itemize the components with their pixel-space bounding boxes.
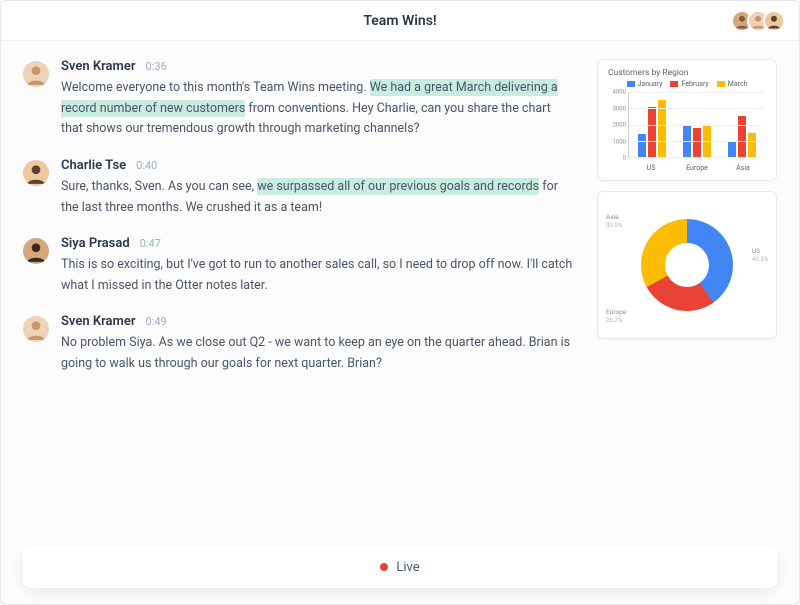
timestamp: 0:47 — [140, 237, 161, 250]
bar — [648, 107, 656, 157]
timestamp: 0:40 — [136, 159, 157, 172]
y-tick: 4000 — [608, 89, 626, 96]
bar-chart: 0 1000 2000 3000 4000 US Europe Asia — [608, 92, 766, 172]
legend-item: January — [627, 80, 663, 88]
side-panel: Customers by Region January February March… — [597, 59, 777, 536]
x-tick: US — [647, 164, 656, 172]
speaker-name: Sven Kramer — [61, 59, 136, 74]
message-text: Sure, thanks, Sven. As you can see, we s… — [61, 177, 573, 218]
bar — [738, 116, 746, 157]
pie-label: US40.3% — [752, 248, 768, 263]
highlight: we surpassed all of our previous goals a… — [257, 178, 539, 195]
legend-item: February — [670, 80, 708, 88]
avatar — [23, 316, 49, 342]
donut-chart: US40.3% Europe26.7% Asia33.0% — [608, 200, 766, 330]
legend-item: March — [717, 80, 748, 88]
pie-label: Europe26.7% — [606, 309, 626, 324]
bar — [638, 134, 646, 157]
avatar[interactable] — [763, 10, 785, 32]
timestamp: 0:36 — [146, 60, 167, 73]
y-tick: 1000 — [608, 138, 626, 145]
y-tick: 3000 — [608, 105, 626, 112]
live-status-bar[interactable]: Live — [23, 546, 777, 588]
x-tick: Europe — [686, 164, 708, 172]
y-tick: 2000 — [608, 122, 626, 129]
transcript[interactable]: Sven Kramer 0:36 Welcome everyone to this … — [23, 59, 577, 536]
message-text: No problem Siya. As we close out Q2 - we… — [61, 333, 573, 374]
bar — [748, 133, 756, 157]
speaker-name: Charlie Tse — [61, 158, 126, 173]
participant-avatars[interactable] — [737, 10, 785, 32]
app-window: Team Wins! Sven Kramer 0:36 Welcome everyo… — [0, 0, 800, 605]
record-icon — [380, 563, 388, 571]
avatar — [23, 238, 49, 264]
speaker-name: Siya Prasad — [61, 236, 130, 251]
transcript-message[interactable]: Charlie Tse 0:40 Sure, thanks, Sven. As yo… — [23, 158, 573, 218]
bar — [693, 128, 701, 157]
x-tick: Asia — [736, 164, 750, 172]
pie-label: Asia33.0% — [606, 214, 622, 229]
transcript-message[interactable]: Sven Kramer 0:36 Welcome everyone to this … — [23, 59, 573, 140]
live-label: Live — [396, 560, 419, 575]
speaker-name: Sven Kramer — [61, 314, 136, 329]
highlight: We had a great March delivering a record… — [61, 79, 558, 117]
transcript-message[interactable]: Siya Prasad 0:47 This is so exciting, but … — [23, 236, 573, 296]
header: Team Wins! — [1, 1, 799, 41]
avatar — [23, 61, 49, 87]
chart-title: Customers by Region — [608, 68, 766, 78]
chart-legend: January February March — [608, 80, 766, 88]
bar — [728, 142, 736, 157]
page-title: Team Wins! — [363, 13, 436, 29]
avatar — [23, 160, 49, 186]
body: Sven Kramer 0:36 Welcome everyone to this … — [1, 41, 799, 546]
pie-chart-card[interactable]: US40.3% Europe26.7% Asia33.0% — [597, 191, 777, 339]
message-text: This is so exciting, but I've got to run… — [61, 255, 573, 296]
y-tick: 0 — [608, 155, 626, 162]
bar-chart-card[interactable]: Customers by Region January February March… — [597, 59, 777, 181]
timestamp: 0:49 — [146, 315, 167, 328]
message-text: Welcome everyone to this month's Team Wi… — [61, 78, 573, 140]
transcript-message[interactable]: Sven Kramer 0:49 No problem Siya. As we cl… — [23, 314, 573, 374]
